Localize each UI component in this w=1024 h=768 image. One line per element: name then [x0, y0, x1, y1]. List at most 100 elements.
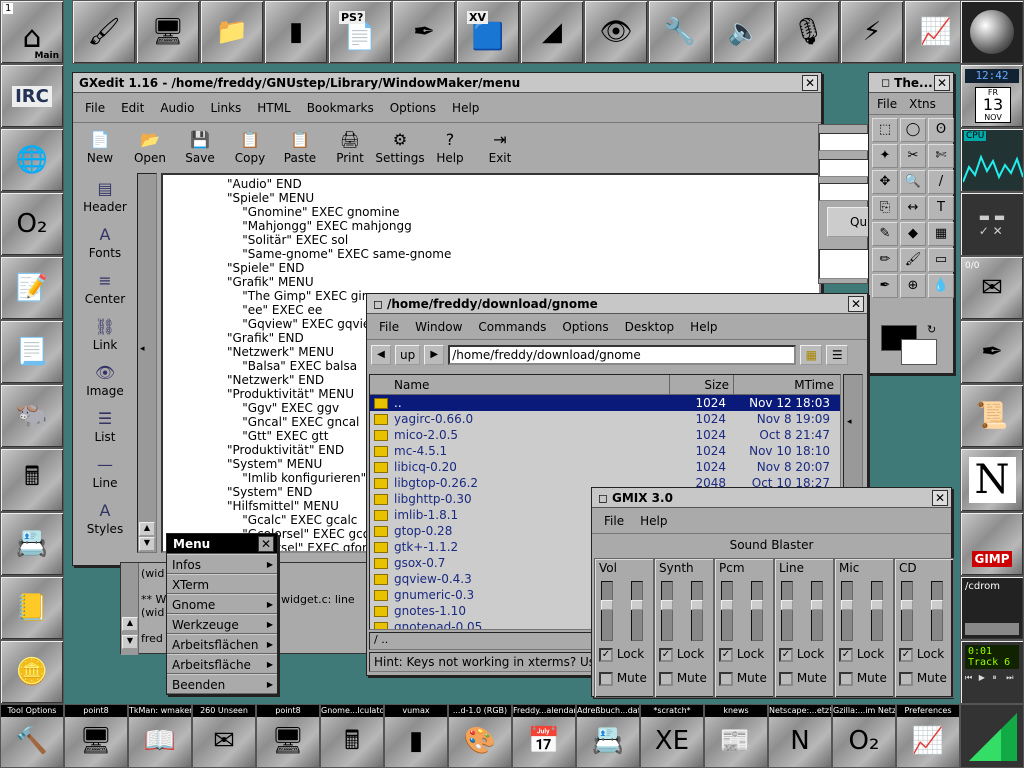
gmix-menu-help[interactable]: Help: [632, 514, 675, 528]
left-volume-slider[interactable]: [901, 581, 913, 641]
dock-irc[interactable]: IRC: [0, 64, 64, 128]
dock-address[interactable]: 📒: [0, 576, 64, 640]
task-item[interactable]: point8 🖥: [64, 704, 128, 768]
icon-view-icon[interactable]: ▦: [800, 345, 823, 365]
root-menu-item[interactable]: XTerm: [167, 574, 277, 594]
dock-xv[interactable]: XV 🟦: [456, 0, 520, 64]
close-icon[interactable]: ✕: [802, 75, 818, 91]
dock-tools[interactable]: 🔧: [648, 0, 712, 64]
console-scrollbar[interactable]: ▲ ▼: [121, 563, 139, 655]
list-view-icon[interactable]: ☰: [826, 345, 849, 365]
background-color-swatch[interactable]: [901, 339, 937, 365]
lock-toggle[interactable]: ✓ Lock: [719, 647, 764, 662]
dock-rolodex[interactable]: 📇: [0, 512, 64, 576]
fm-menu-help[interactable]: Help: [682, 320, 725, 334]
right-volume-slider[interactable]: [691, 581, 703, 641]
right-volume-slider[interactable]: [631, 581, 643, 641]
right-volume-slider[interactable]: [751, 581, 763, 641]
gimp-tool-icon[interactable]: ✄: [928, 144, 954, 168]
gimp-tool-icon[interactable]: ✏: [872, 248, 898, 272]
gimp-tool-icon[interactable]: ▭: [928, 248, 954, 272]
mute-toggle[interactable]: Mute: [719, 671, 767, 686]
image-tool-button[interactable]: 👁 Image: [75, 357, 135, 403]
dock-document[interactable]: 📃: [0, 320, 64, 384]
fm-menu-commands[interactable]: Commands: [470, 320, 554, 334]
root-menu-item[interactable]: Arbeitsflächen ▶: [167, 634, 277, 654]
cd-play-icon[interactable]: ▶: [979, 673, 992, 683]
gxedit-left-scrollbar[interactable]: ◂ ▲ ▼: [137, 173, 157, 553]
volume-applet[interactable]: ▬ ▬ ✓ ✕: [960, 192, 1024, 256]
right-volume-slider[interactable]: [811, 581, 823, 641]
root-menu-item[interactable]: Beenden ▶: [167, 674, 277, 694]
dock-main[interactable]: 1 ⌂ Main: [0, 0, 64, 64]
task-item[interactable]: Preferences 📈: [896, 704, 960, 768]
gimp-menu-xtns[interactable]: Xtns: [903, 97, 942, 111]
close-icon[interactable]: ✕: [258, 536, 274, 552]
mute-toggle[interactable]: Mute: [899, 671, 947, 686]
fm-menu-file[interactable]: File: [371, 320, 407, 334]
task-item[interactable]: Freddy...alendar 📅: [512, 704, 576, 768]
gmix-titlebar[interactable]: ◻ GMIX 3.0 ✕: [592, 488, 951, 508]
fm-menu-window[interactable]: Window: [407, 320, 470, 334]
left-volume-slider[interactable]: [661, 581, 673, 641]
up-button[interactable]: up: [395, 345, 421, 365]
dock-notepad[interactable]: 📝: [0, 256, 64, 320]
fm-titlebar[interactable]: ◻/home/freddy/download/gnome ✕: [367, 294, 867, 314]
console-down-icon[interactable]: ▼: [122, 635, 138, 649]
menu-html[interactable]: HTML: [249, 101, 298, 115]
gimp-tool-icon[interactable]: ⎘: [872, 196, 898, 220]
gimp-tool-icon[interactable]: T: [928, 196, 954, 220]
task-item[interactable]: 260 Unseen ✉: [192, 704, 256, 768]
dock-o2[interactable]: O₂: [0, 192, 64, 256]
close-icon[interactable]: ✕: [932, 490, 948, 506]
dock-acrobat[interactable]: ✒: [392, 0, 456, 64]
lock-toggle[interactable]: ✓ Lock: [899, 647, 944, 662]
dock-gnu[interactable]: 🐃: [0, 384, 64, 448]
task-item[interactable]: point8 🖥: [256, 704, 320, 768]
dock-drive[interactable]: ▮: [264, 0, 328, 64]
gimp-tool-icon[interactable]: ʘ: [928, 118, 954, 142]
link-tool-button[interactable]: ⛓ Link: [75, 311, 135, 357]
dock-folder[interactable]: 📁: [200, 0, 264, 64]
col-name[interactable]: Name: [370, 375, 670, 394]
cd-prev-icon[interactable]: ⏮: [965, 673, 978, 683]
task-item[interactable]: Gzilla:...im Netz! O₂: [832, 704, 896, 768]
lock-toggle[interactable]: ✓ Lock: [839, 647, 884, 662]
dock-calculator[interactable]: 🖩: [0, 448, 64, 512]
forward-icon[interactable]: ▶: [424, 345, 445, 365]
header-tool-button[interactable]: ▤ Header: [75, 173, 135, 219]
lock-toggle[interactable]: ✓ Lock: [599, 647, 644, 662]
cdrom-tile[interactable]: /cdrom: [960, 576, 1024, 640]
styles-tool-button[interactable]: A Styles: [75, 495, 135, 541]
file-row[interactable]: mico-2.0.5 1024 Oct 8 21:47: [370, 427, 840, 443]
print-button[interactable]: 🖨 Print: [325, 129, 375, 165]
left-volume-slider[interactable]: [841, 581, 853, 641]
file-row[interactable]: .. 1024 Nov 12 18:03: [370, 395, 840, 411]
exit-button[interactable]: ⇥ Exit: [475, 129, 525, 165]
task-item[interactable]: knews 📰: [704, 704, 768, 768]
dock-eye[interactable]: 👁: [584, 0, 648, 64]
task-item[interactable]: ...d-1.0 (RGB) 🎨: [448, 704, 512, 768]
path-input[interactable]: /home/freddy/download/gnome: [448, 345, 797, 365]
copy-button[interactable]: 📋 Copy: [225, 129, 275, 165]
left-volume-slider[interactable]: [721, 581, 733, 641]
console-up-icon[interactable]: ▲: [122, 617, 138, 631]
cd-player[interactable]: 0:01 Track 6 ⏮ ▶ ⏸ ⏭: [960, 640, 1024, 704]
cd-pause-icon[interactable]: ⏸: [993, 673, 1006, 683]
new-button[interactable]: 📄 New: [75, 129, 125, 165]
gimp-tool-icon[interactable]: ⬚: [872, 118, 898, 142]
dock-xfig[interactable]: ◢: [520, 0, 584, 64]
swap-colors-icon[interactable]: ↻: [927, 323, 936, 336]
dock-earth-tools[interactable]: 🌐: [0, 128, 64, 192]
gimp-tool-icon[interactable]: ✒: [872, 274, 898, 298]
list-tool-button[interactable]: ☰ List: [75, 403, 135, 449]
task-item[interactable]: Gnome...lculator 🖩: [320, 704, 384, 768]
close-icon[interactable]: ✕: [934, 75, 950, 91]
netscape-tile[interactable]: N: [960, 448, 1024, 512]
file-row[interactable]: mc-4.5.1 1024 Nov 10 18:10: [370, 443, 840, 459]
mute-toggle[interactable]: Mute: [659, 671, 707, 686]
tile-paper[interactable]: 📜: [960, 384, 1024, 448]
task-item[interactable]: *scratch* XE: [640, 704, 704, 768]
back-icon[interactable]: ◀: [371, 345, 391, 365]
open-button[interactable]: 📂 Open: [125, 129, 175, 165]
